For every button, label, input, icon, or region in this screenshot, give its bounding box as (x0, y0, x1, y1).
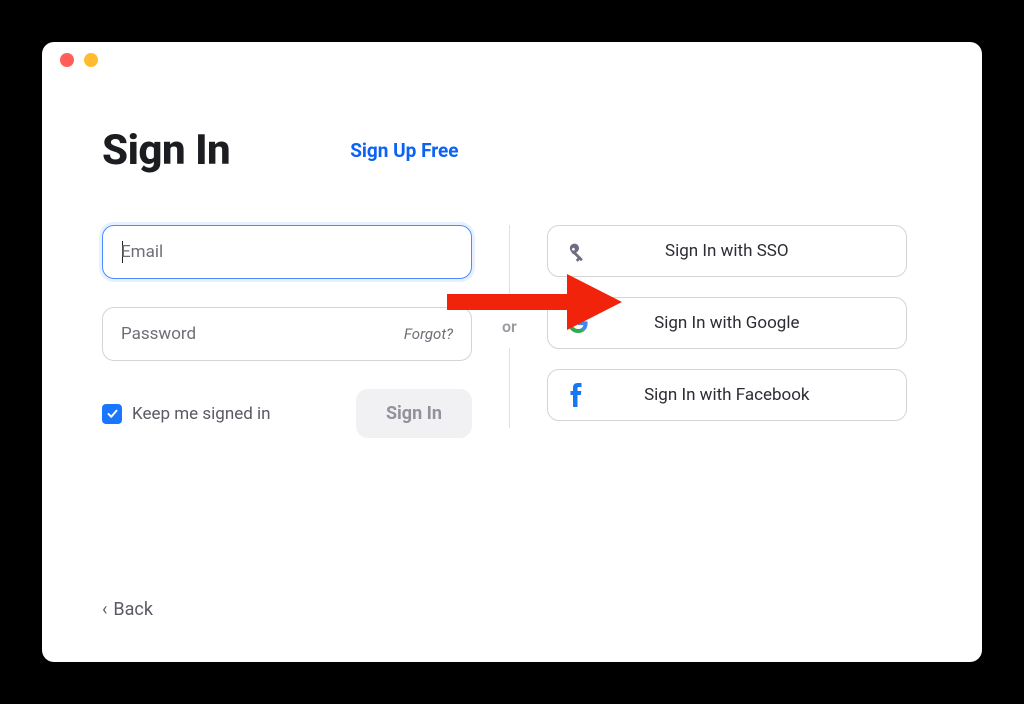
keep-signed-in-checkbox[interactable]: Keep me signed in (102, 404, 271, 424)
sso-button[interactable]: Sign In with SSO (547, 225, 907, 277)
password-field[interactable]: Password Forgot? (102, 307, 472, 361)
email-field[interactable]: Email (102, 225, 472, 279)
form-bottom-row: Keep me signed in Sign In (102, 389, 472, 438)
divider-line-bottom (509, 348, 510, 428)
back-link-label: Back (113, 599, 153, 620)
titlebar (42, 42, 982, 78)
google-button[interactable]: Sign In with Google (547, 297, 907, 349)
back-link[interactable]: ‹ Back (102, 599, 153, 620)
close-window-icon[interactable] (60, 53, 74, 67)
sso-button-label: Sign In with SSO (568, 241, 886, 261)
facebook-button[interactable]: Sign In with Facebook (547, 369, 907, 421)
google-button-label: Sign In with Google (568, 313, 886, 333)
or-label: or (502, 305, 517, 348)
chevron-left-icon: ‹ (102, 599, 107, 620)
password-placeholder: Password (121, 324, 196, 344)
minimize-window-icon[interactable] (84, 53, 98, 67)
facebook-button-label: Sign In with Facebook (568, 385, 886, 405)
checkbox-icon (102, 404, 122, 424)
divider-line-top (509, 225, 510, 305)
signup-link[interactable]: Sign Up Free (350, 139, 458, 162)
form-area: Email Password Forgot? Keep me signed in (102, 225, 922, 438)
header: Sign In Sign Up Free (102, 126, 922, 175)
email-placeholder: Email (121, 242, 163, 262)
signin-button[interactable]: Sign In (356, 389, 472, 438)
window: Sign In Sign Up Free Email Password Forg… (42, 42, 982, 662)
page-title: Sign In (102, 126, 230, 175)
social-buttons: Sign In with SSO Sign In with Google (547, 225, 907, 421)
content: Sign In Sign Up Free Email Password Forg… (42, 78, 982, 458)
forgot-link[interactable]: Forgot? (404, 325, 453, 343)
keep-signed-in-label: Keep me signed in (132, 404, 271, 424)
left-form: Email Password Forgot? Keep me signed in (102, 225, 472, 438)
divider: or (472, 225, 547, 428)
